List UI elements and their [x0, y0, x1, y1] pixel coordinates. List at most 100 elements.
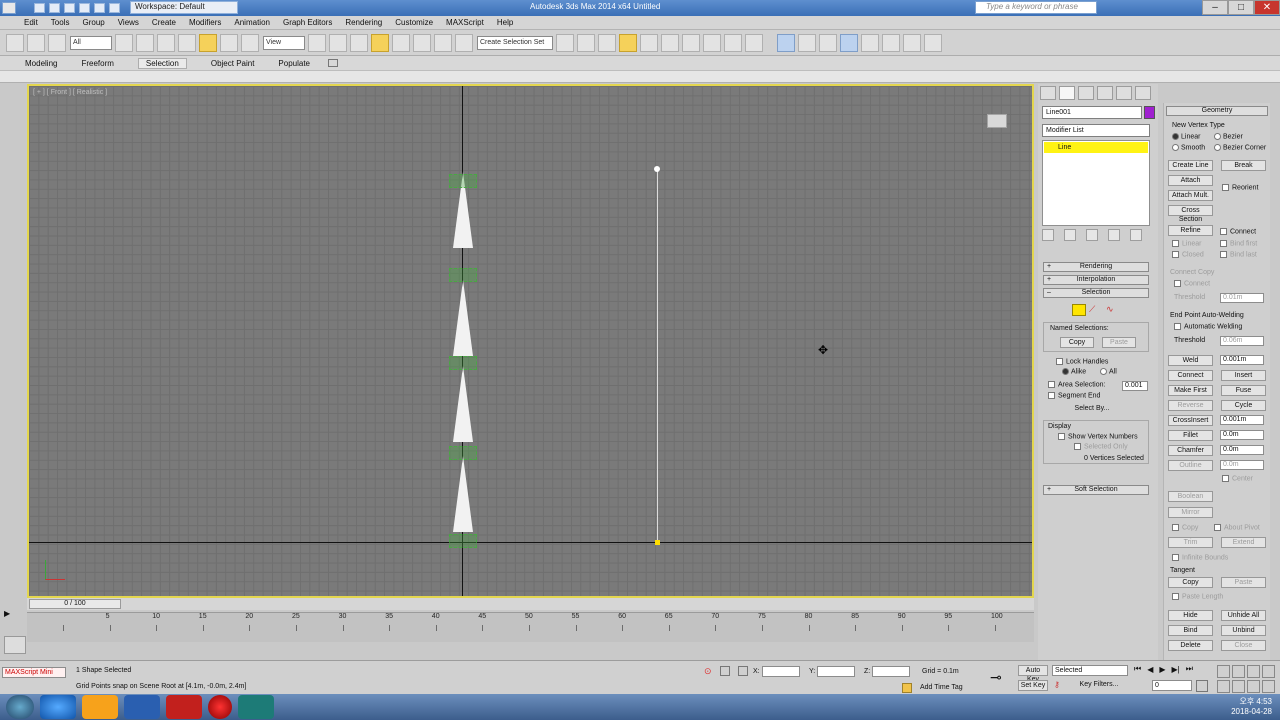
pin-stack-icon[interactable] [1042, 229, 1054, 241]
key-icon[interactable]: ⊸ [990, 669, 1014, 685]
modify-tab-icon[interactable] [1059, 86, 1075, 100]
menu-maxscript[interactable]: MAXScript [446, 18, 484, 27]
material-editor-icon[interactable] [682, 33, 700, 52]
percent-snap-icon[interactable] [413, 33, 431, 52]
attach-mult-button[interactable]: Attach Mult. [1168, 190, 1213, 201]
geometry-rollout-header[interactable]: Geometry [1166, 106, 1268, 116]
timeline-toggle-icon[interactable]: ▶ [4, 609, 18, 619]
menu-help[interactable]: Help [497, 18, 513, 27]
system-clock[interactable]: 오후 4:53 2018-04-28 [1231, 697, 1272, 717]
menu-modifiers[interactable]: Modifiers [189, 18, 221, 27]
vertex-cluster[interactable] [449, 534, 477, 548]
cross-section-button[interactable]: Cross Section [1168, 205, 1213, 223]
align-icon[interactable] [577, 33, 595, 52]
undo-icon[interactable] [79, 3, 90, 13]
render-active-icon[interactable] [903, 33, 921, 52]
menu-customize[interactable]: Customize [395, 18, 433, 27]
word-icon[interactable] [124, 695, 160, 719]
crossinsert-button[interactable]: CrossInsert [1168, 415, 1213, 426]
tangent-copy-button[interactable]: Copy [1168, 577, 1213, 588]
selection-lock-icon[interactable] [720, 666, 730, 676]
chamfer-spinner[interactable]: 0.0m [1220, 445, 1264, 455]
area-selection-spinner[interactable]: 0.001 [1122, 381, 1148, 391]
populate-icon[interactable] [840, 33, 858, 52]
extend-button[interactable]: Extend [1221, 537, 1266, 548]
viewport-label[interactable]: [ + ] [ Front ] [ Realistic ] [33, 89, 107, 96]
bind-last-checkbox[interactable]: Bind last [1220, 251, 1257, 258]
refine-button[interactable]: Refine [1168, 225, 1213, 236]
isolate-selection-icon[interactable]: ⊙ [704, 666, 714, 676]
alike-radio[interactable]: Alike [1062, 368, 1086, 375]
cycle-button[interactable]: Cycle [1221, 400, 1266, 411]
threshold-spinner[interactable]: 0.01m [1220, 293, 1264, 303]
curve-editor-icon[interactable] [640, 33, 658, 52]
make-unique-icon[interactable] [1086, 229, 1098, 241]
connect-button[interactable]: Connect [1168, 370, 1213, 381]
minicurve-icon[interactable] [4, 636, 26, 654]
set-keys-icon[interactable]: ⚷ [1054, 680, 1066, 692]
closed-checkbox[interactable]: Closed [1172, 251, 1204, 258]
select-by-button[interactable]: Select By... [1068, 404, 1116, 415]
goto-start-icon[interactable]: ⏮ [1134, 664, 1141, 674]
shape-spike[interactable] [453, 280, 473, 356]
select-by-name-icon[interactable] [136, 33, 154, 52]
link-icon[interactable] [6, 33, 24, 52]
render-production-icon[interactable] [745, 33, 763, 52]
mirror-button[interactable]: Mirror [1168, 507, 1213, 518]
chamfer-button[interactable]: Chamfer [1168, 445, 1213, 456]
menu-create[interactable]: Create [152, 18, 176, 27]
outline-button[interactable]: Outline [1168, 460, 1213, 471]
time-slider-thumb[interactable]: 0 / 100 [29, 599, 121, 609]
close-button[interactable]: ✕ [1254, 0, 1280, 15]
bind-button[interactable]: Bind [1168, 625, 1213, 636]
time-slider[interactable]: 0 / 100 [27, 598, 1034, 610]
time-config-icon[interactable] [1196, 680, 1208, 692]
set-key-button[interactable]: Set Key [1018, 680, 1048, 691]
attach-button[interactable]: Attach [1168, 175, 1213, 186]
ref-coord-dropdown[interactable]: View [263, 35, 305, 50]
select-scale-icon[interactable] [241, 33, 259, 52]
remove-modifier-icon[interactable] [1108, 229, 1120, 241]
new-file-icon[interactable] [34, 3, 45, 13]
crossinsert-spinner[interactable]: 0.001m [1220, 415, 1264, 425]
tab-selection[interactable]: Selection [137, 57, 187, 69]
modifier-list-dropdown[interactable]: Modifier List [1042, 124, 1150, 137]
project-folder-icon[interactable] [109, 3, 120, 13]
unhide-all-button[interactable]: Unhide All [1221, 610, 1266, 621]
line-vertex-top[interactable] [654, 166, 660, 172]
scene-explorer-icon[interactable] [861, 33, 879, 52]
threshold2-spinner[interactable]: 0.06m [1220, 336, 1264, 346]
outline-spinner[interactable]: 0.0m [1220, 460, 1264, 470]
stack-item-line[interactable]: Line [1044, 142, 1148, 153]
tab-populate[interactable]: Populate [278, 59, 310, 68]
fuse-button[interactable]: Fuse [1221, 385, 1266, 396]
display-tab-icon[interactable] [1116, 86, 1132, 100]
snap-toggle-icon[interactable] [371, 33, 389, 52]
shape-spike[interactable] [453, 456, 473, 532]
mirror-copy-checkbox[interactable]: Copy [1172, 524, 1198, 531]
play-icon[interactable]: ▶ [1159, 665, 1165, 674]
render-iterative-icon[interactable] [882, 33, 900, 52]
menu-group[interactable]: Group [82, 18, 104, 27]
rollout-rendering[interactable]: + Rendering [1043, 262, 1149, 272]
bezier-radio[interactable]: Bezier [1214, 133, 1243, 140]
keyboard-shortcut-icon[interactable] [350, 33, 368, 52]
fillet-button[interactable]: Fillet [1168, 430, 1213, 441]
viewport-front[interactable]: [ + ] [ Front ] [ Realistic ] ✥ [27, 84, 1034, 598]
tab-modeling[interactable]: Modeling [25, 59, 57, 68]
object-name-field[interactable]: Line001 [1042, 106, 1142, 119]
paste-button[interactable]: Paste [1102, 337, 1136, 348]
start-button-icon[interactable] [6, 695, 34, 719]
reverse-button[interactable]: Reverse [1168, 400, 1213, 411]
graphite-toggle-icon[interactable] [619, 33, 637, 52]
break-button[interactable]: Break [1221, 160, 1266, 171]
utilities-tab-icon[interactable] [1135, 86, 1151, 100]
tab-freeform[interactable]: Freeform [81, 59, 113, 68]
line-object[interactable] [657, 170, 658, 543]
teapot-icon[interactable] [819, 33, 837, 52]
key-mode-dropdown[interactable]: Selected [1052, 665, 1128, 676]
configure-sets-icon[interactable] [1130, 229, 1142, 241]
tangent-paste-button[interactable]: Paste [1221, 577, 1266, 588]
zoom-extents-icon[interactable] [1247, 665, 1260, 678]
weld-spinner[interactable]: 0.001m [1220, 355, 1264, 365]
